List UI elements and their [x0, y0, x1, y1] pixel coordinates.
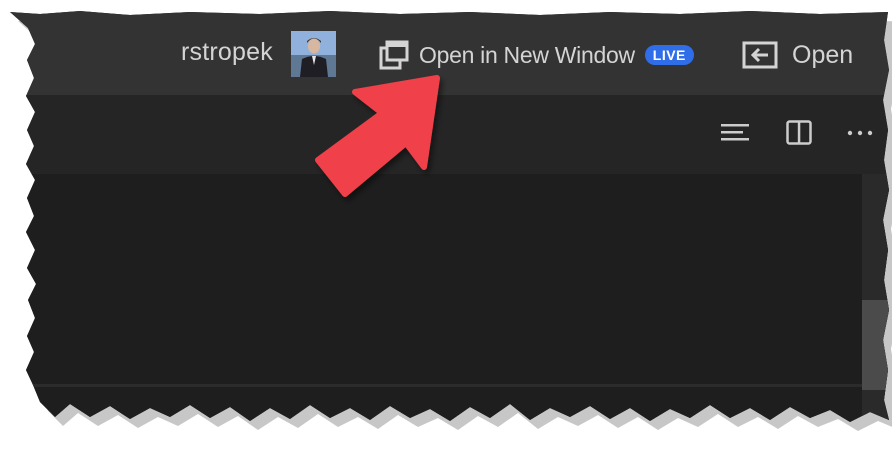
- avatar-photo: [291, 31, 336, 77]
- editor-area[interactable]: [0, 174, 892, 447]
- open-arrow-icon: [742, 41, 778, 69]
- screenshot: rstropek Open in New Window LIVE Open: [0, 0, 892, 447]
- vscode-window: rstropek Open in New Window LIVE Open: [0, 0, 892, 447]
- split-editor-icon[interactable]: [786, 118, 812, 148]
- username-label[interactable]: rstropek: [181, 38, 273, 67]
- live-badge: LIVE: [645, 45, 694, 65]
- avatar[interactable]: [291, 31, 336, 77]
- open-in-new-window-label: Open in New Window: [419, 41, 635, 68]
- editor-divider: [0, 384, 862, 387]
- open-button[interactable]: Open: [742, 38, 853, 72]
- more-actions-icon[interactable]: [846, 118, 876, 148]
- editor-toolbar: [0, 95, 892, 175]
- new-window-icon: [378, 39, 411, 72]
- open-label: Open: [792, 40, 854, 69]
- format-lines-icon[interactable]: [719, 118, 751, 148]
- open-in-new-window-button[interactable]: Open in New Window LIVE: [378, 38, 694, 72]
